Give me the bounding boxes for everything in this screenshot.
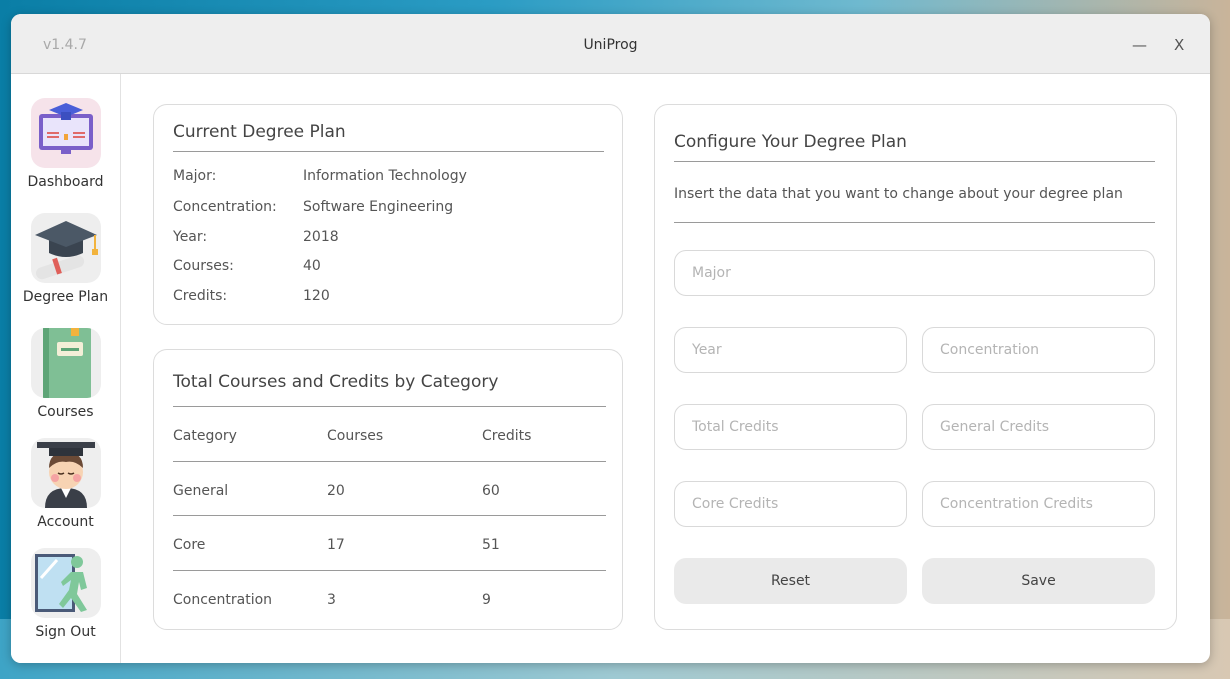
table-cell: Concentration [173, 592, 273, 608]
divider [173, 515, 606, 516]
reset-button[interactable]: Reset [674, 558, 907, 604]
close-button[interactable]: X [1174, 36, 1184, 54]
book-icon [30, 328, 101, 398]
credits-label: Credits: [173, 288, 228, 304]
sidebar-item-dashboard[interactable]: Dashboard [11, 98, 120, 190]
divider [173, 151, 604, 152]
card-title: Current Degree Plan [173, 122, 346, 142]
totals-by-category-card: Total Courses and Credits by Category Ca… [153, 349, 623, 630]
column-header-category: Category [173, 428, 237, 444]
graduation-cap-icon [30, 213, 101, 283]
sidebar-item-account[interactable]: Account [11, 438, 120, 530]
configure-degree-plan-card: Configure Your Degree Plan Insert the da… [654, 104, 1177, 630]
column-header-credits: Credits [482, 428, 532, 444]
major-input[interactable] [674, 250, 1155, 296]
table-cell: 60 [482, 483, 500, 499]
courses-label: Courses: [173, 258, 234, 274]
credits-value: 120 [303, 288, 330, 304]
concentration-credits-input[interactable] [922, 481, 1155, 527]
sidebar-item-label: Sign Out [35, 624, 96, 640]
divider [173, 406, 606, 407]
student-avatar-icon [30, 438, 101, 508]
sidebar-item-label: Degree Plan [22, 289, 109, 305]
title-bar: v1.4.7 UniProg — X [11, 14, 1210, 74]
table-cell: 17 [327, 537, 345, 553]
sidebar-item-sign-out[interactable]: Sign Out [11, 548, 120, 640]
app-title: UniProg [583, 37, 638, 53]
divider [674, 222, 1155, 223]
year-label: Year: [173, 229, 208, 245]
major-value: Information Technology [303, 168, 467, 184]
total-credits-input[interactable] [674, 404, 907, 450]
courses-value: 40 [303, 258, 321, 274]
dashboard-icon [30, 98, 101, 168]
current-degree-plan-card: Current Degree Plan Major: Information T… [153, 104, 623, 325]
sidebar-item-degree-plan[interactable]: Degree Plan [11, 213, 120, 305]
save-button[interactable]: Save [922, 558, 1155, 604]
concentration-input[interactable] [922, 327, 1155, 373]
table-cell: 3 [327, 592, 336, 608]
year-value: 2018 [303, 229, 339, 245]
table-cell: General [173, 483, 229, 499]
divider [674, 161, 1155, 162]
table-cell: 20 [327, 483, 345, 499]
divider [173, 570, 606, 571]
sidebar-item-label: Dashboard [27, 174, 104, 190]
table-cell: 9 [482, 592, 491, 608]
column-header-courses: Courses [327, 428, 384, 444]
core-credits-input[interactable] [674, 481, 907, 527]
sidebar: Dashboard Degree Plan Courses Account Si… [11, 74, 121, 663]
major-label: Major: [173, 168, 217, 184]
sidebar-item-label: Account [37, 514, 94, 530]
description-text: Insert the data that you want to change … [674, 186, 1123, 202]
concentration-value: Software Engineering [303, 199, 454, 215]
year-input[interactable] [674, 327, 907, 373]
sidebar-item-courses[interactable]: Courses [11, 328, 120, 420]
table-cell: Core [173, 537, 206, 553]
sidebar-item-label: Courses [37, 404, 94, 420]
concentration-label: Concentration: [173, 199, 277, 215]
exit-door-icon [30, 548, 101, 618]
table-cell: 51 [482, 537, 500, 553]
minimize-button[interactable]: — [1132, 36, 1147, 54]
card-title: Configure Your Degree Plan [674, 132, 907, 152]
divider [173, 461, 606, 462]
general-credits-input[interactable] [922, 404, 1155, 450]
app-window: v1.4.7 UniProg — X Dashboard Degree Plan… [11, 14, 1210, 663]
card-title: Total Courses and Credits by Category [173, 372, 499, 392]
